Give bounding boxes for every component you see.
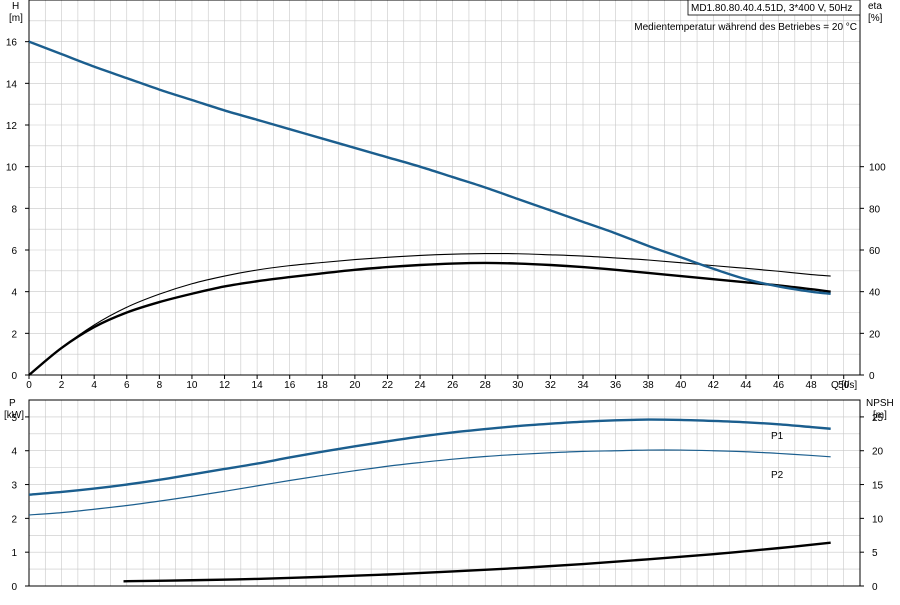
x-tick-label: 34 (577, 380, 589, 391)
npsh-tick-label: 20 (872, 447, 884, 458)
p-tick-label: 2 (11, 514, 17, 525)
p-tick-label: 3 (11, 481, 17, 492)
pump-performance-chart: 0 2 4 6 8 10 12 14 16 0 20 40 60 80 100 0 2 4 6 8 10 12 14 16 18… (0, 0, 900, 600)
npsh-axis-label-unit: [m] (873, 410, 887, 421)
npsh-curve (123, 541, 831, 583)
x-tick-label: 8 (157, 380, 163, 391)
npsh-axis-label-name: NPSH (866, 398, 894, 409)
x-tick-label: 6 (124, 380, 130, 391)
x-tick-label: 20 (349, 380, 361, 391)
y-tick-label: 8 (11, 204, 17, 215)
x-tick-label: 40 (675, 380, 687, 391)
y-tick-label: 10 (6, 163, 18, 174)
y2-tick-label: 100 (869, 163, 886, 174)
x-tick-label: 22 (382, 380, 394, 391)
y-axis-label-name: H (12, 1, 19, 12)
p-tick-label: 0 (11, 582, 17, 593)
npsh-tick-label: 15 (872, 481, 884, 492)
y-tick-label: 16 (6, 38, 18, 49)
x-tick-label: 16 (284, 380, 296, 391)
y-tick-label: 2 (11, 329, 17, 340)
x-tick-label: 18 (317, 380, 329, 391)
x-tick-label: 2 (59, 380, 65, 391)
y2-axis-label-unit: [%] (868, 13, 883, 24)
y-axis-label-unit: [m] (9, 13, 23, 24)
y-tick-label: 14 (6, 79, 18, 90)
x-tick-label: 24 (414, 380, 426, 391)
y-tick-label: 12 (6, 121, 18, 132)
x-tick-label: 48 (806, 380, 818, 391)
x-tick-label: 46 (773, 380, 785, 391)
black-curve-thick (28, 261, 831, 376)
npsh-tick-label: 10 (872, 514, 884, 525)
p1-curve (28, 418, 831, 496)
x-tick-label: 26 (447, 380, 459, 391)
x-tick-label: 42 (708, 380, 720, 391)
y-tick-label: 4 (11, 288, 17, 299)
x-tick-label: 14 (252, 380, 264, 391)
y-tick-label: 0 (11, 371, 17, 382)
x-tick-label: 12 (219, 380, 231, 391)
y2-tick-label: 60 (869, 246, 881, 257)
x-tick-label: 10 (186, 380, 198, 391)
x-tick-label: 0 (26, 380, 32, 391)
lower-grid (28, 399, 861, 587)
y2-tick-label: 80 (869, 204, 881, 215)
p-tick-label: 4 (11, 447, 17, 458)
chart-svg: 02468101214160204060801000 2 4 6 8 10 12 14 16 18… (4, 0, 894, 593)
x-tick-label: 36 (610, 380, 622, 391)
y-tick-label: 6 (11, 246, 17, 257)
info-box-text: MD1.80.80.40.4.51D, 3*400 V, 50Hz (691, 3, 852, 14)
x-axis-label: Q [l/s] (831, 380, 857, 391)
npsh-tick-label: 5 (872, 548, 878, 559)
p1-series-label: P1 (771, 431, 784, 442)
p-axis-label-name: P (9, 398, 16, 409)
lower-panel-frame (28, 399, 861, 587)
y2-tick-label: 40 (869, 288, 881, 299)
x-tick-label: 30 (512, 380, 524, 391)
x-tick-label: 44 (740, 380, 752, 391)
eta-curve (28, 252, 831, 376)
x-tick-label: 4 (91, 380, 97, 391)
chart-subtitle: Medientemperatur während des Betriebes =… (634, 22, 857, 33)
p-tick-label: 1 (11, 548, 17, 559)
upper-grid (28, 0, 861, 376)
y2-axis-label-name: eta (868, 1, 882, 12)
head-curve (28, 40, 831, 295)
p-axis-label-unit: [kW] (4, 410, 24, 421)
x-tick-label: 32 (545, 380, 557, 391)
y2-tick-label: 0 (869, 371, 875, 382)
x-tick-label: 38 (643, 380, 655, 391)
y2-tick-label: 20 (869, 329, 881, 340)
p2-series-label: P2 (771, 470, 784, 481)
npsh-tick-label: 0 (872, 582, 878, 593)
x-tick-label: 28 (480, 380, 492, 391)
